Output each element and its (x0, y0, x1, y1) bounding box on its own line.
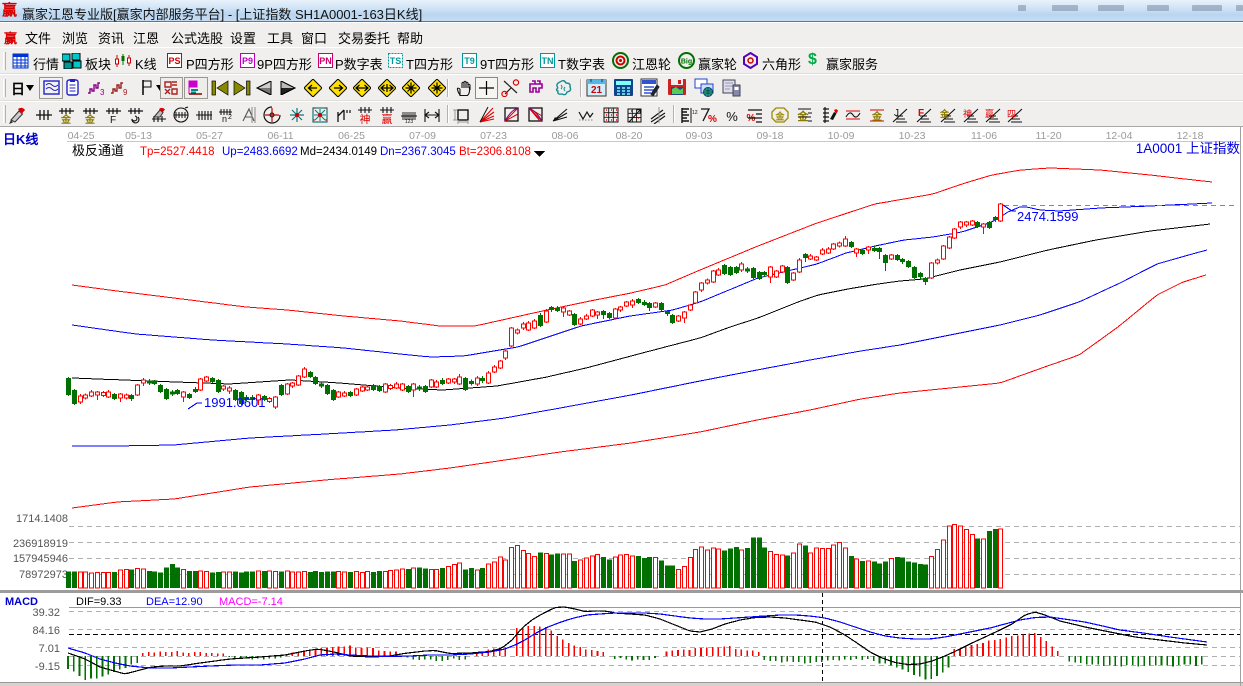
svg-text:3: 3 (100, 88, 104, 96)
svg-text:09-18: 09-18 (757, 130, 784, 142)
svg-text:04-25: 04-25 (68, 130, 95, 142)
svg-text:06-11: 06-11 (267, 130, 293, 142)
svg-text:DEA=12.90: DEA=12.90 (146, 596, 203, 608)
svg-text:157945946: 157945946 (13, 553, 68, 565)
svg-text:赢: 赢 (382, 112, 393, 124)
svg-text:Tp=2527.4418: Tp=2527.4418 (140, 146, 215, 158)
svg-text:%: % (708, 114, 717, 124)
svg-text:n: n (222, 114, 227, 124)
svg-text:12-04: 12-04 (1106, 130, 1133, 142)
svg-text:9: 9 (123, 88, 127, 96)
svg-text:金: 金 (797, 109, 810, 123)
svg-text:07-09: 07-09 (409, 130, 436, 142)
svg-text:7.01: 7.01 (39, 643, 60, 655)
svg-text:08-06: 08-06 (552, 130, 579, 142)
svg-text:金: 金 (871, 110, 883, 123)
svg-text:F: F (918, 108, 924, 119)
svg-text:2: 2 (228, 114, 232, 121)
svg-text:39.32: 39.32 (32, 607, 60, 619)
svg-text:11-06: 11-06 (971, 130, 997, 142)
svg-text:金: 金 (84, 113, 96, 124)
svg-text:123: 123 (405, 119, 414, 124)
svg-text:%: % (726, 109, 738, 124)
svg-text:DIF=9.33: DIF=9.33 (76, 596, 122, 608)
svg-text:金: 金 (774, 111, 785, 122)
svg-text:05-27: 05-27 (196, 130, 223, 142)
svg-text:金: 金 (60, 113, 72, 124)
svg-text:Dn=2367.3045: Dn=2367.3045 (380, 146, 456, 158)
svg-text:金: 金 (939, 108, 950, 119)
svg-text:Md=2434.0149: Md=2434.0149 (300, 146, 377, 158)
svg-text:08-20: 08-20 (616, 130, 643, 142)
svg-text:J: J (894, 108, 899, 119)
svg-text:78972973: 78972973 (19, 569, 68, 581)
svg-text:06-25: 06-25 (338, 130, 365, 142)
svg-text:F: F (110, 115, 116, 124)
svg-text:1991.0601: 1991.0601 (204, 395, 265, 410)
svg-text:神: 神 (360, 112, 371, 124)
svg-text:日K线: 日K线 (3, 132, 38, 147)
svg-text:1714.1408: 1714.1408 (16, 513, 68, 525)
svg-text:05-13: 05-13 (125, 130, 152, 142)
svg-text:TN: TN (542, 56, 554, 66)
svg-text:Big: Big (681, 59, 692, 66)
svg-text:极反通道: 极反通道 (72, 143, 124, 158)
svg-text:PS: PS (168, 56, 180, 66)
svg-text:TS: TS (390, 56, 402, 66)
svg-text:11-20: 11-20 (1035, 130, 1061, 142)
svg-text:2474.1599: 2474.1599 (1017, 209, 1078, 224)
svg-text:84.16: 84.16 (32, 625, 60, 637)
svg-text:Bt=2306.8108: Bt=2306.8108 (459, 146, 531, 158)
svg-text:MACD=-7.14: MACD=-7.14 (219, 596, 283, 608)
svg-text:赢: 赢 (985, 108, 994, 119)
svg-text:T9: T9 (464, 56, 475, 66)
svg-text:21: 21 (591, 85, 603, 96)
svg-text:236918919: 236918919 (13, 538, 68, 550)
svg-text:Up=2483.6692: Up=2483.6692 (222, 146, 298, 158)
svg-text:07-23: 07-23 (480, 130, 507, 142)
svg-text:10-09: 10-09 (828, 130, 855, 142)
svg-text:PN: PN (319, 56, 332, 66)
svg-text:09-03: 09-03 (686, 130, 713, 142)
svg-text:-9.15: -9.15 (35, 661, 60, 673)
svg-text:10-23: 10-23 (899, 130, 926, 142)
svg-text:神: 神 (963, 108, 972, 119)
svg-text:1A0001 上证指数: 1A0001 上证指数 (1136, 141, 1241, 156)
svg-text:P9: P9 (242, 56, 253, 66)
svg-text:四: 四 (1007, 109, 1016, 119)
